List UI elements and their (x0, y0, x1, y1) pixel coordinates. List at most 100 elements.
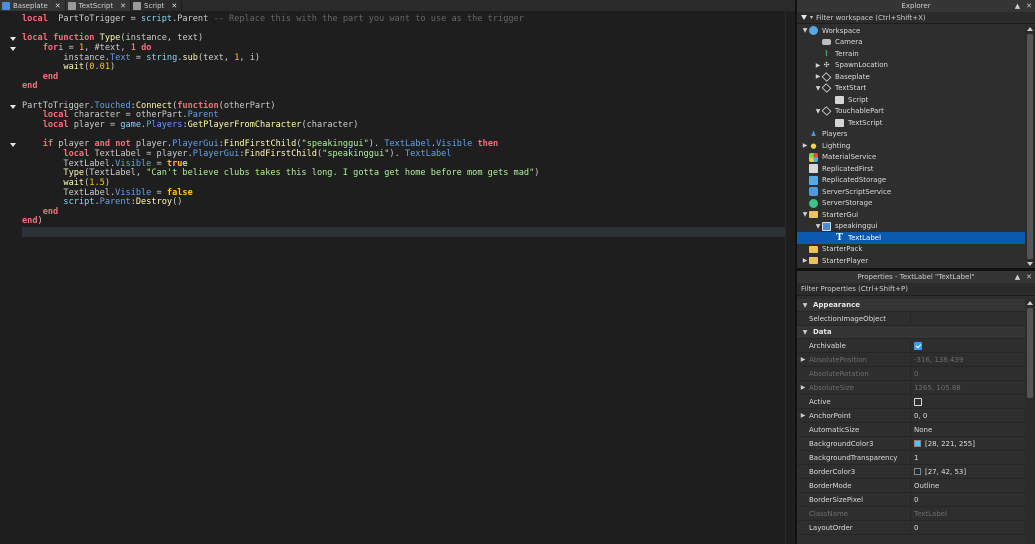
expand-icon[interactable]: ▲ (1015, 271, 1020, 283)
code-line[interactable]: end (22, 207, 785, 218)
code-line[interactable]: end (22, 72, 785, 83)
code-line[interactable]: local PartToTrigger = script.Parent -- R… (22, 14, 785, 25)
editor-scrollbar[interactable] (785, 11, 795, 544)
scrollbar-thumb[interactable] (1027, 34, 1033, 259)
close-icon[interactable]: ✕ (1026, 271, 1032, 283)
close-icon[interactable]: ✕ (171, 2, 177, 10)
property-row[interactable]: ▶ AnchorPoint 0, 0 (797, 408, 1025, 423)
property-row[interactable]: BorderColor3 [27, 42, 53] (797, 464, 1025, 479)
code-line[interactable]: end) (22, 217, 785, 227)
property-row[interactable]: BackgroundTransparency 1 (797, 450, 1025, 465)
tree-item-replicatedfirst[interactable]: ReplicatedFirst (797, 163, 1025, 175)
chevron-down-icon[interactable]: ▼ (814, 108, 822, 115)
property-category[interactable]: ▼ Data (797, 326, 1025, 339)
property-row[interactable]: BorderMode Outline (797, 478, 1025, 493)
property-value[interactable] (911, 397, 922, 406)
tree-item-baseplate[interactable]: ▶ Baseplate (797, 71, 1025, 83)
chevron-right-icon[interactable]: ▶ (814, 62, 822, 69)
tree-item-replicatedstorage[interactable]: ReplicatedStorage (797, 175, 1025, 187)
tree-item-textscript[interactable]: TextScript (797, 117, 1025, 129)
tree-item-starterplayer[interactable]: ▶ StarterPlayer (797, 255, 1025, 267)
code-line[interactable]: local player = game.Players:GetPlayerFro… (22, 120, 785, 131)
explorer-filter-input[interactable]: Filter workspace (Ctrl+Shift+X) (816, 14, 926, 22)
scroll-up-icon[interactable] (1027, 27, 1033, 31)
chevron-down-icon[interactable]: ▼ (801, 27, 809, 34)
property-row[interactable]: LayoutOrder 0 (797, 520, 1025, 535)
close-icon[interactable]: ✕ (55, 2, 61, 10)
chevron-right-icon[interactable]: ▶ (801, 257, 809, 264)
tree-item-camera[interactable]: Camera (797, 37, 1025, 49)
code-line[interactable]: end (22, 82, 785, 92)
scroll-up-icon[interactable] (1027, 301, 1033, 305)
chevron-right-icon[interactable]: ▶ (797, 412, 809, 419)
properties-scrollbar[interactable] (1025, 299, 1035, 544)
fold-toggle-icon[interactable] (10, 104, 16, 109)
tree-item-touchablepart[interactable]: ▼ TouchablePart (797, 106, 1025, 118)
tree-item-script[interactable]: Script (797, 94, 1025, 106)
checkbox[interactable] (914, 397, 922, 406)
property-row[interactable]: Active (797, 394, 1025, 409)
property-value[interactable]: 0, 0 (911, 412, 927, 420)
property-value[interactable]: None (911, 426, 932, 434)
property-row[interactable]: SelectionImageObject (797, 311, 1025, 326)
tree-item-textlabel[interactable]: T TextLabel (797, 232, 1025, 244)
code-area[interactable]: local PartToTrigger = script.Parent -- R… (22, 14, 785, 237)
chevron-right-icon[interactable]: ▶ (797, 384, 809, 391)
tree-item-startergui[interactable]: ▼ StarterGui (797, 209, 1025, 221)
chevron-right-icon[interactable]: ▶ (797, 356, 809, 363)
property-value[interactable]: [27, 42, 53] (911, 468, 966, 476)
chevron-down-icon[interactable]: ▼ (801, 211, 809, 218)
color-swatch[interactable] (914, 468, 921, 475)
color-swatch[interactable] (914, 440, 921, 447)
fold-toggle-icon[interactable] (10, 46, 16, 51)
tree-item-materialservice[interactable]: MaterialService (797, 152, 1025, 164)
properties-filter-input[interactable]: Filter Properties (Ctrl+Shift+P) (801, 285, 908, 293)
property-value[interactable]: 1 (911, 454, 918, 462)
code-line[interactable] (22, 227, 785, 237)
property-row[interactable]: BackgroundColor3 [28, 221, 255] (797, 436, 1025, 451)
chevron-down-icon[interactable]: ▼ (814, 85, 822, 92)
tree-item-terrain[interactable]: ⌇ Terrain (797, 48, 1025, 60)
property-row[interactable]: ClassName TextLabel (797, 506, 1025, 521)
property-value[interactable]: Outline (911, 482, 939, 490)
tree-item-starterpack[interactable]: StarterPack (797, 244, 1025, 256)
property-value[interactable]: 0 (911, 496, 918, 504)
filter-icon[interactable] (801, 15, 807, 20)
close-icon[interactable]: ✕ (120, 2, 126, 10)
property-row[interactable]: AutomaticSize None (797, 422, 1025, 437)
tab-baseplate[interactable]: Baseplate ✕ (0, 0, 66, 11)
property-row[interactable]: Archivable (797, 338, 1025, 353)
scroll-down-icon[interactable] (1027, 262, 1033, 266)
tab-textscript[interactable]: TextScript ✕ (65, 0, 131, 11)
explorer-filter[interactable]: ▾ Filter workspace (Ctrl+Shift+X) (797, 12, 1035, 24)
chevron-down-icon[interactable]: ▼ (801, 302, 809, 309)
property-row[interactable]: ▶ AbsolutePosition -316, 138.439 (797, 352, 1025, 367)
tree-item-spawnlocation[interactable]: ▶ ✣ SpawnLocation (797, 60, 1025, 72)
tree-item-serverstorage[interactable]: ServerStorage (797, 198, 1025, 210)
chevron-down-icon[interactable]: ▼ (801, 329, 809, 336)
fold-toggle-icon[interactable] (10, 143, 16, 148)
tab-script[interactable]: Script ✕ (131, 0, 183, 11)
scrollbar-thumb[interactable] (1027, 308, 1033, 398)
property-value[interactable]: [28, 221, 255] (911, 440, 975, 448)
chevron-right-icon[interactable]: ▶ (801, 142, 809, 149)
code-line[interactable]: instance.Text = string.sub(text, 1, i) (22, 53, 785, 64)
fold-toggle-icon[interactable] (10, 37, 16, 42)
tree-item-speakinggui[interactable]: ▼ speakinggui (797, 221, 1025, 233)
property-row[interactable]: AbsoluteRotation 0 (797, 366, 1025, 381)
tree-item-workspace[interactable]: ▼ Workspace (797, 25, 1025, 37)
property-category[interactable]: ▼ Appearance (797, 299, 1025, 312)
chevron-down-icon[interactable]: ▼ (814, 223, 822, 230)
tree-item-textstart[interactable]: ▼ TextStart (797, 83, 1025, 95)
properties-filter[interactable]: Filter Properties (Ctrl+Shift+P) (797, 283, 1035, 296)
property-value[interactable]: 0 (911, 524, 918, 532)
close-icon[interactable]: ✕ (1026, 0, 1032, 12)
checkbox[interactable] (914, 341, 922, 350)
code-line[interactable]: Type(TextLabel, "Can't believe clubs tak… (22, 168, 785, 179)
property-row[interactable]: BorderSizePixel 0 (797, 492, 1025, 507)
explorer-scrollbar[interactable] (1025, 25, 1035, 268)
property-row[interactable]: ▶ AbsoluteSize 1265, 105.88 (797, 380, 1025, 395)
expand-icon[interactable]: ▲ (1015, 0, 1020, 12)
property-value[interactable] (911, 341, 922, 350)
code-line[interactable]: script.Parent:Destroy() (22, 197, 785, 208)
